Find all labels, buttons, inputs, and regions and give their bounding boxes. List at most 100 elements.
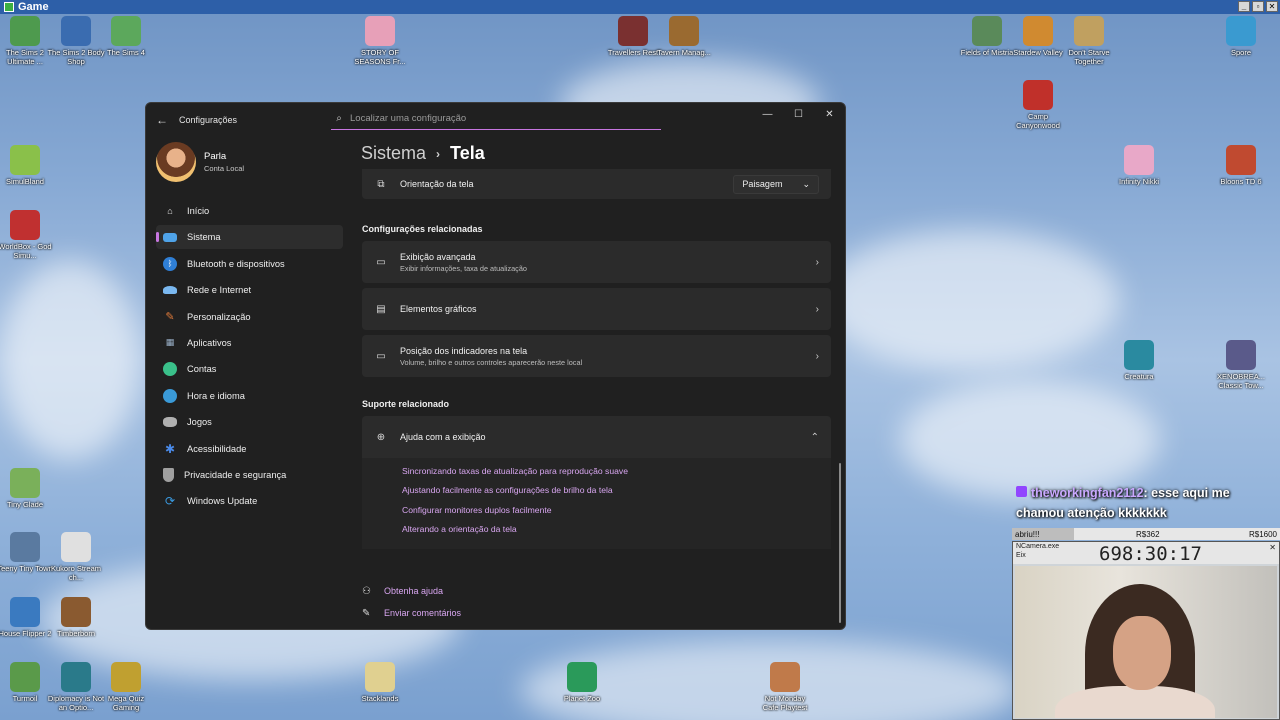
desktop-icon[interactable]: Camp Canyonwood xyxy=(1009,80,1067,130)
related-subtitle: Volume, brilho e outros controles aparec… xyxy=(400,357,583,367)
desktop-icon[interactable]: WorldBox - God Simu... xyxy=(0,210,54,260)
desktop-icon[interactable]: Timberborn xyxy=(47,597,105,638)
sidebar-item-inicio[interactable]: ⌂ Início xyxy=(156,199,343,223)
sidebar-item-rede[interactable]: Rede e Internet xyxy=(156,278,343,302)
sidebar-item-privacidade[interactable]: Privacidade e segurança xyxy=(156,463,343,487)
minimize-icon[interactable]: _ xyxy=(1238,1,1250,12)
desktop-icon[interactable]: XENOBREA... Classic Tow... xyxy=(1212,340,1270,390)
main-content: ⧉ Orientação da tela Paisagem ⌄ Configur… xyxy=(362,169,831,550)
sidebar-item-aplicativos[interactable]: ▦ Aplicativos xyxy=(156,331,343,355)
app-icon xyxy=(1124,145,1154,175)
desktop-icon[interactable]: Planet Zoo xyxy=(553,662,611,703)
related-title: Posição dos indicadores na tela xyxy=(400,345,528,356)
desktop-icon[interactable]: Kukoro Stream ch... xyxy=(47,532,105,582)
related-subtitle: Exibir informações, taxa de atualização xyxy=(400,263,527,273)
desktop-icon[interactable]: Turmoil xyxy=(0,662,54,703)
desktop-icon[interactable]: Teeny Tiny Town xyxy=(0,532,54,573)
desktop-icon-label: Timberborn xyxy=(56,629,96,638)
desktop-icon[interactable]: Fields of Mistria xyxy=(958,16,1016,57)
orientation-dropdown[interactable]: Paisagem ⌄ xyxy=(733,174,819,194)
app-icon xyxy=(111,16,141,46)
desktop-icon[interactable]: Infinity Nikki xyxy=(1110,145,1168,186)
desktop-icon[interactable]: The Sims 4 xyxy=(97,16,155,57)
desktop-icon[interactable]: Not Monday Cafe Playtest xyxy=(756,662,814,712)
desktop-icon[interactable]: Mega Quiz Gaming xyxy=(97,662,155,712)
minimize-button[interactable]: — xyxy=(752,103,783,125)
update-icon: ⟳ xyxy=(164,494,176,509)
related-indicator-position[interactable]: ▭ Posição dos indicadores na tela Volume… xyxy=(362,335,831,377)
bluetooth-icon: ᛒ xyxy=(163,256,177,271)
indicator-icon: ▭ xyxy=(376,350,386,362)
user-profile[interactable]: Parla Conta Local xyxy=(156,142,244,182)
sidebar-item-jogos[interactable]: Jogos xyxy=(156,410,343,434)
desktop-icon[interactable]: Tavern Manag... xyxy=(655,16,713,57)
sidebar-item-personalizacao[interactable]: ✎ Personalização xyxy=(156,305,343,329)
app-icon xyxy=(10,145,40,175)
chevron-right-icon: › xyxy=(815,303,819,315)
game-window-titlebar: Game _ ▫ ✕ xyxy=(0,0,1280,14)
related-graphics[interactable]: ▤ Elementos gráficos › xyxy=(362,288,831,330)
desktop-icon-label: Camp Canyonwood xyxy=(1016,112,1060,130)
help-link[interactable]: Configurar monitores duplos facilmente xyxy=(402,505,791,524)
desktop-icon[interactable]: Travellers Rest xyxy=(604,16,662,57)
desktop-icon[interactable]: STORY OF SEASONS Fr... xyxy=(351,16,409,66)
desktop-icon[interactable]: Spore xyxy=(1212,16,1270,57)
close-button[interactable]: ✕ xyxy=(814,103,845,125)
home-icon: ⌂ xyxy=(167,206,173,216)
desktop-icon[interactable]: House Flipper 2 xyxy=(0,597,54,638)
app-icon xyxy=(1226,16,1256,46)
goal-target: R$1600 xyxy=(1248,529,1277,539)
sidebar-item-hora[interactable]: Hora e idioma xyxy=(156,384,343,408)
profile-account-type: Conta Local xyxy=(204,164,245,173)
related-advanced-display[interactable]: ▭ Exibição avançada Exibir informações, … xyxy=(362,241,831,283)
desktop-icon[interactable]: Stardew Valley xyxy=(1009,16,1067,57)
desktop-icon[interactable]: SimulBland xyxy=(0,145,54,186)
desktop-icon[interactable]: Don't Starve Together xyxy=(1060,16,1118,66)
search-box[interactable]: ⌕ xyxy=(331,108,661,130)
app-icon xyxy=(10,210,40,240)
close-icon[interactable]: ✕ xyxy=(1266,1,1278,12)
system-icon xyxy=(163,232,177,242)
desktop-icon[interactable]: Creatura xyxy=(1110,340,1168,381)
help-display-expander[interactable]: ⊕ Ajuda com a exibição ⌃ xyxy=(362,416,831,458)
help-link[interactable]: Alterando a orientação da tela xyxy=(402,524,791,543)
get-help-link[interactable]: ⚇ Obtenha ajuda xyxy=(362,580,461,602)
globe-icon: ⊕ xyxy=(376,431,386,443)
breadcrumb-parent[interactable]: Sistema xyxy=(361,143,426,164)
desktop-icon-label: The Sims 2 Ultimate ... xyxy=(6,48,44,66)
help-link[interactable]: Sincronizando taxas de atualização para … xyxy=(402,466,791,485)
desktop-icon[interactable]: Stacklands xyxy=(351,662,409,703)
close-icon[interactable]: ✕ xyxy=(1269,543,1276,552)
restore-icon[interactable]: ▫ xyxy=(1252,1,1264,12)
sidebar-item-sistema[interactable]: Sistema xyxy=(156,225,343,250)
game-app-icon xyxy=(4,2,14,12)
help-link[interactable]: Ajustando facilmente as configurações de… xyxy=(402,485,791,504)
back-arrow-icon[interactable]: ← xyxy=(156,113,168,127)
search-input[interactable] xyxy=(347,113,647,124)
app-icon xyxy=(10,468,40,498)
desktop-icon-label: The Sims 4 xyxy=(107,48,145,57)
cam-titlebar: NCamera.exe Eix 698:30:17 ✕ xyxy=(1013,542,1279,565)
related-title: Exibição avançada xyxy=(400,251,476,262)
help-icon: ⚇ xyxy=(362,585,371,597)
desktop-icon-label: SimulBland xyxy=(6,177,44,186)
app-icon xyxy=(1124,340,1154,370)
cam-subtitle: Eix xyxy=(1016,552,1026,559)
desktop-icon[interactable]: Bloons TD 6 xyxy=(1212,145,1270,186)
desktop-icon-label: Not Monday Cafe Playtest xyxy=(762,694,808,712)
desktop-icon[interactable]: Tiny Glade xyxy=(0,468,54,509)
sidebar-item-windows-update[interactable]: ⟳ Windows Update xyxy=(156,489,343,513)
page-title: Tela xyxy=(450,143,485,163)
app-icon xyxy=(61,597,91,627)
sidebar-item-bluetooth[interactable]: ᛒ Bluetooth e dispositivos xyxy=(156,252,343,276)
desktop-icon-label: Teeny Tiny Town xyxy=(0,564,53,573)
maximize-button[interactable]: ☐ xyxy=(783,103,814,125)
feedback-link[interactable]: ✎ Enviar comentários xyxy=(362,602,461,624)
scrollbar[interactable] xyxy=(839,463,841,623)
desktop-icon-label: Tavern Manag... xyxy=(657,48,711,57)
sidebar-item-contas[interactable]: Contas xyxy=(156,357,343,381)
desktop-icon-label: Don't Starve Together xyxy=(1068,48,1110,66)
desktop-icon[interactable]: The Sims 2 Ultimate ... xyxy=(0,16,54,66)
goal-label: abriu!!! xyxy=(1015,529,1040,539)
sidebar-item-acessibilidade[interactable]: ✱ Acessibilidade xyxy=(156,437,343,461)
